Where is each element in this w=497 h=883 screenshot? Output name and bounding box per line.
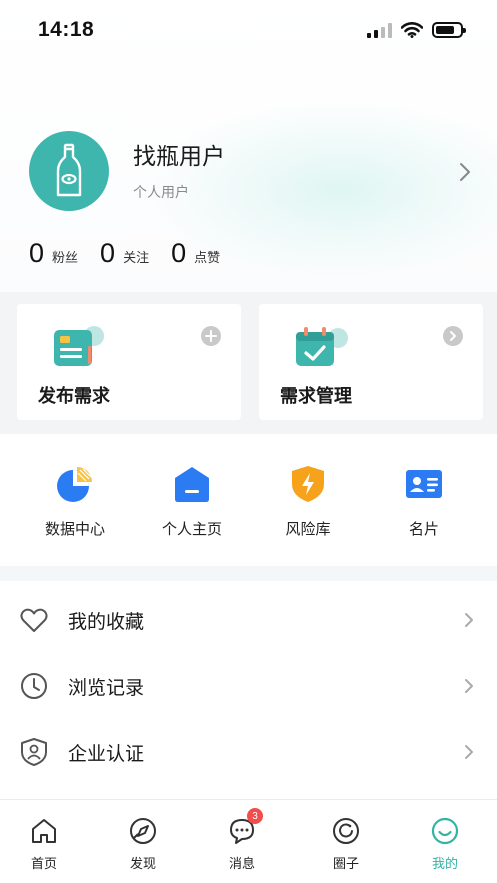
publish-request-card[interactable]: 发布需求 [17,304,241,420]
home-icon [170,462,214,506]
pie-chart-icon [53,462,97,506]
stat-value: 0 [29,238,45,268]
tab-discover[interactable]: 发现 [103,816,183,872]
grid-item-data-center[interactable]: 数据中心 [25,462,125,539]
profile-stats: 0 粉丝 0 关注 0 点赞 [29,238,242,269]
chat-bubble-icon: 3 [227,808,263,846]
shield-bolt-icon [286,462,330,506]
tab-label: 发现 [129,857,156,872]
circle-refresh-icon [331,816,361,846]
feature-grid: 数据中心 个人主页 风险库 名片 [0,434,497,566]
smile-icon [430,816,460,846]
card-label: 发布需求 [38,386,110,407]
stat-fans[interactable]: 0 粉丝 [29,238,78,269]
home-outline-icon [29,816,59,846]
menu-item-enterprise-verification[interactable]: 企业认证 [0,719,497,785]
menu-item-history[interactable]: 浏览记录 [0,653,497,719]
id-card-icon [402,462,446,506]
chevron-right-icon [465,679,473,693]
avatar[interactable] [29,131,109,211]
stat-value: 0 [171,238,187,268]
grid-label: 风险库 [285,520,331,538]
menu-label: 企业认证 [68,742,145,765]
status-icons [367,22,466,38]
shield-user-icon [19,737,49,767]
grid-label: 个人主页 [161,520,222,538]
card-label: 需求管理 [280,386,352,407]
tab-bar: 首页 发现 3 消息 圈子 我的 [0,799,497,883]
stat-label: 关注 [123,251,150,266]
stat-label: 粉丝 [52,251,79,266]
calendar-check-icon [296,327,348,366]
tab-label: 圈子 [332,857,359,872]
status-time: 14:18 [38,18,95,41]
battery-icon [432,22,466,38]
stat-label: 点赞 [194,251,221,266]
grid-label: 数据中心 [44,520,105,538]
menu-list: 我的收藏 浏览记录 企业认证 [0,581,497,799]
stat-likes[interactable]: 0 点赞 [171,238,220,269]
bottle-icon [56,143,82,197]
wifi-icon [401,22,423,38]
status-bar: 14:18 [0,0,497,60]
heart-icon [19,605,49,635]
chevron-right-icon[interactable] [443,326,463,346]
document-card-icon [54,326,104,366]
tab-circles[interactable]: 圈子 [306,816,386,872]
grid-label: 名片 [408,520,439,538]
grid-item-risk-library[interactable]: 风险库 [258,462,358,539]
tab-label: 我的 [431,857,458,872]
grid-item-homepage[interactable]: 个人主页 [142,462,242,539]
tab-home[interactable]: 首页 [4,816,84,872]
chevron-right-icon [465,613,473,627]
chevron-right-icon [465,745,473,759]
quick-actions: 发布需求 需求管理 [0,292,497,434]
menu-label: 浏览记录 [68,676,145,699]
user-type: 个人用户 [133,185,189,201]
chevron-right-icon[interactable] [456,162,474,182]
compass-icon [128,816,158,846]
menu-label: 我的收藏 [68,610,145,633]
unread-badge: 3 [247,808,263,824]
grid-item-business-card[interactable]: 名片 [374,462,474,539]
menu-item-favorites[interactable]: 我的收藏 [0,587,497,653]
stat-following[interactable]: 0 关注 [100,238,149,269]
manage-requests-card[interactable]: 需求管理 [259,304,483,420]
signal-icon [367,22,392,38]
clock-icon [19,671,49,701]
tab-label: 首页 [30,857,57,872]
tab-label: 消息 [228,857,255,872]
tab-messages[interactable]: 3 消息 [202,808,282,872]
plus-icon[interactable] [201,326,221,346]
tab-me[interactable]: 我的 [405,816,485,872]
stat-value: 0 [100,238,116,268]
user-name: 找瓶用户 [133,144,225,170]
